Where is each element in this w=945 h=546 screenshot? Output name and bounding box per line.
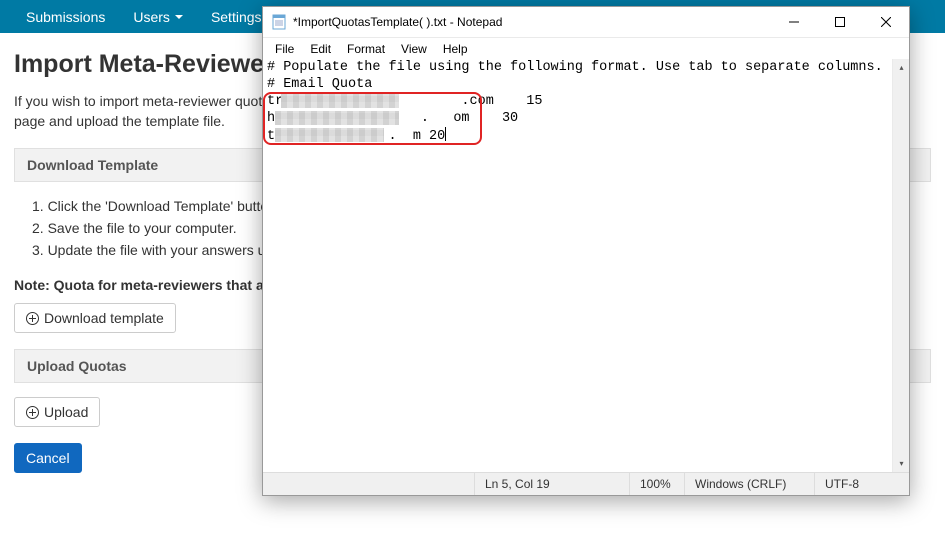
editor-wrap: # Populate the file using the following … [263,59,909,472]
menu-format[interactable]: Format [339,40,393,58]
nav-users[interactable]: Users [119,1,197,33]
redaction [281,94,399,108]
vertical-scrollbar[interactable]: ▴ ▾ [892,59,909,472]
redaction [275,128,384,142]
plus-circle-icon [26,312,39,325]
notepad-window: *ImportQuotasTemplate( ).txt - Notepad F… [262,6,910,496]
menu-file[interactable]: File [267,40,302,58]
close-button[interactable] [863,7,909,38]
status-position: Ln 5, Col 19 [474,473,629,495]
menu-edit[interactable]: Edit [302,40,339,58]
caret-down-icon [175,15,183,19]
scroll-down-icon[interactable]: ▾ [893,455,909,472]
maximize-button[interactable] [817,7,863,38]
text-cursor [445,127,446,141]
status-zoom: 100% [629,473,684,495]
plus-circle-icon [26,406,39,419]
minimize-button[interactable] [771,7,817,38]
menu-help[interactable]: Help [435,40,476,58]
menu-view[interactable]: View [393,40,435,58]
statusbar: Ln 5, Col 19 100% Windows (CRLF) UTF-8 [263,472,909,495]
cancel-button[interactable]: Cancel [14,443,82,473]
window-title: *ImportQuotasTemplate( ).txt - Notepad [293,15,771,29]
status-eol: Windows (CRLF) [684,473,814,495]
status-encoding: UTF-8 [814,473,909,495]
menubar: File Edit Format View Help [263,38,909,59]
notepad-icon [271,14,287,30]
window-controls [771,7,909,38]
upload-button[interactable]: Upload [14,397,100,427]
download-template-button[interactable]: Download template [14,303,176,333]
scroll-up-icon[interactable]: ▴ [893,59,909,76]
nav-submissions[interactable]: Submissions [12,1,119,33]
redaction [275,111,399,125]
titlebar[interactable]: *ImportQuotasTemplate( ).txt - Notepad [263,7,909,38]
